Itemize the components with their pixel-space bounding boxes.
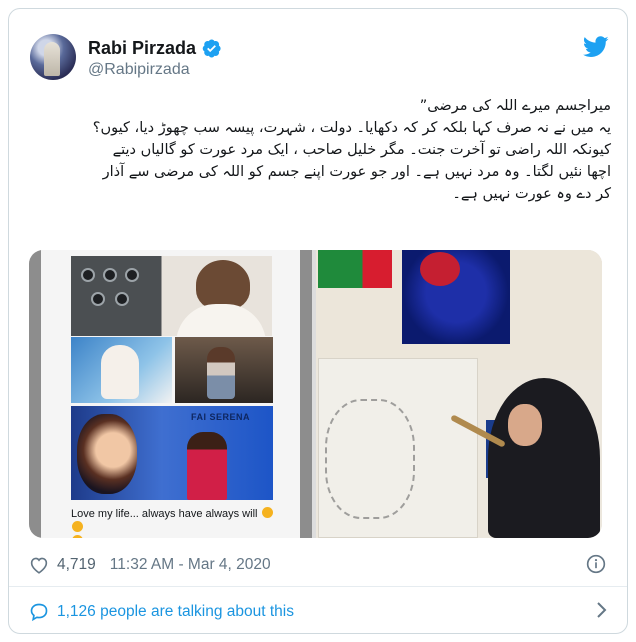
painter-face [508,404,542,446]
tweet-meta: 4,719 11:32 AM - Mar 4, 2020 [29,556,271,574]
twitter-bird-icon[interactable] [583,36,609,58]
collage-caption: Love my life... always have always will [71,507,281,538]
tweet-line: یہ میں نے نہ صرف کہا بلکہ کر کہ دکھایا۔ … [92,120,611,136]
gauge-shape [91,292,105,306]
photo-person [101,345,139,399]
photo-person-head [196,260,250,310]
tweet-media[interactable]: FAI SERENA Love my life... always have a… [29,250,602,538]
info-icon[interactable] [586,554,606,574]
chevron-right-icon[interactable] [593,599,609,621]
media-image-painting[interactable] [316,250,602,538]
tweet-line: اچھا نئیں لگتا۔ وہ مرد نہیں ہے۔ اور جو ع… [102,164,611,180]
heart-eyes-emoji-icon [72,535,83,538]
gauge-shape [81,268,95,282]
collage-caption-text: Love my life... always have always will [71,508,258,520]
heart-icon[interactable] [29,556,49,574]
timestamp[interactable]: 11:32 AM - Mar 4, 2020 [110,556,271,574]
media-image-collage[interactable]: FAI SERENA Love my life... always have a… [29,250,312,538]
photo-stage: FAI SERENA [71,406,273,500]
canvas-sketch [325,399,415,519]
easel-canvas [318,358,478,538]
author-handle[interactable]: @Rabipirzada [88,61,190,79]
tweet-line: کر دے وہ عورت نہیں ہے۔ [452,186,611,202]
photo-cockpit [71,256,272,336]
avatar[interactable] [30,34,76,80]
tweet-line: کیونکہ اللہ راضی تو آخرت جنت۔ مگر خلیل ص… [112,142,611,158]
wall-art-calligraphy [402,250,510,344]
gauge-shape [103,268,117,282]
photo-person-shoulder [176,304,266,336]
tweet-card: Rabi Pirzada @Rabipirzada میراجسم میرے ا… [8,8,628,634]
photo-street [175,337,273,403]
author-name[interactable]: Rabi Pirzada [88,38,196,59]
photo-singer [187,432,227,500]
speech-bubble-icon [30,603,48,622]
tweet-line: میراجسم میرے اللہ کی مرضی” [419,98,611,114]
photo-person [207,347,235,399]
wall-art-calligraphy [318,250,392,288]
gauge-shape [115,292,129,306]
photo-closeup-face [77,414,137,494]
author-name-row[interactable]: Rabi Pirzada [88,38,221,59]
avatar-figure [44,42,60,76]
painter-figure [488,378,600,538]
heart-eyes-emoji-icon [261,507,273,518]
art-red-circle [420,252,460,286]
conversation-link[interactable]: 1,126 people are talking about this [29,602,294,622]
tweet-text: میراجسم میرے اللہ کی مرضی” یہ میں نے نہ … [27,95,611,205]
gauge-shape [125,268,139,282]
heart-eyes-emoji-icon [72,521,83,532]
stage-banner-text: FAI SERENA [191,412,251,422]
verified-badge-icon [202,39,221,58]
conversation-count-text[interactable]: 1,126 people are talking about this [57,603,294,621]
divider [9,586,627,587]
photo-magazine [71,337,172,403]
like-count[interactable]: 4,719 [57,556,96,574]
